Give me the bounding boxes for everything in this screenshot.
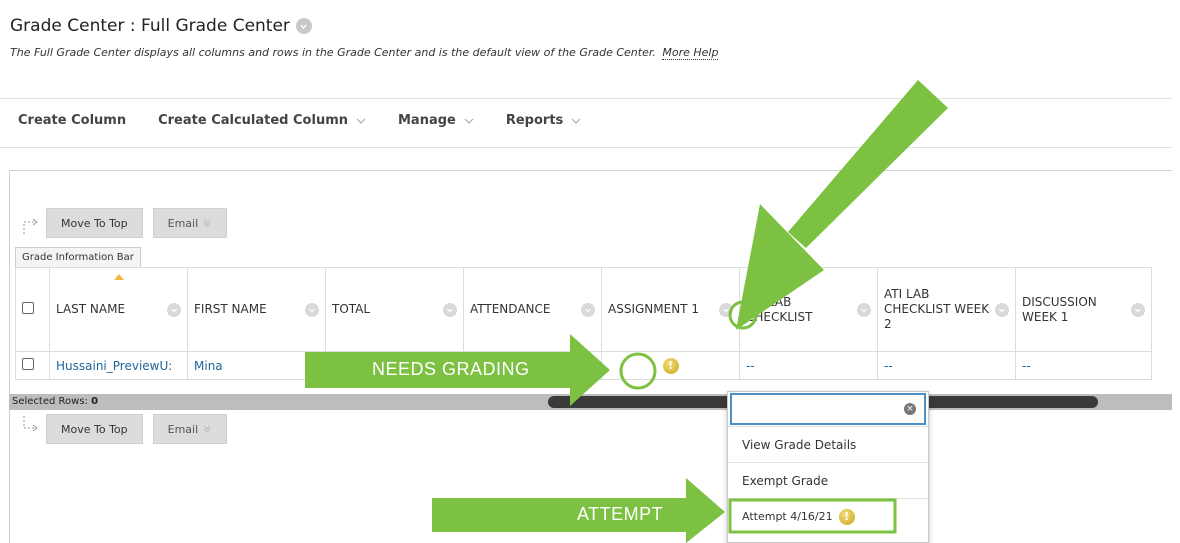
reports-label: Reports [505,113,564,128]
email-label: Email [167,422,199,436]
menu-item-view-grade-details[interactable]: View Grade Details [728,426,928,462]
selected-rows-count: 0 [91,396,99,407]
action-bar: Create Column Create Calculated Column M… [18,113,613,128]
chevron-down-icon [571,118,581,124]
page-description: The Full Grade Center displays all colum… [10,46,719,60]
column-header-last-name[interactable]: LAST NAME [49,267,188,352]
chevron-down-icon[interactable] [305,302,319,317]
create-calculated-column-menu[interactable]: Create Calculated Column [158,113,366,128]
discussion-week-1-cell[interactable]: -- [1015,351,1152,380]
assignment-1-cell[interactable]: ! [601,351,740,380]
grade-information-bar[interactable]: Grade Information Bar [15,247,141,267]
column-header-attendance[interactable]: ATTENDANCE [463,267,602,352]
double-chevron-down-icon [203,425,211,433]
needs-grading-icon: ! [838,508,855,525]
sort-ascending-icon [113,274,124,280]
create-calculated-column-label: Create Calculated Column [158,113,348,128]
discussion-week-1-value: -- [1022,358,1031,373]
selected-rows-label: Selected Rows: [12,396,88,407]
column-header-discussion-week-1[interactable]: DISCUSSION WEEK 1 [1015,267,1152,352]
create-column-label: Create Column [18,113,127,128]
chevron-down-icon[interactable] [995,302,1009,317]
ati-lab-checklist-week-2-value: -- [884,358,893,373]
select-all-header [15,267,50,352]
last-name-value: Hussaini_PreviewU: [56,358,173,373]
column-header-label: ATI LAB CHECKLIST WEEK 2 [884,287,990,331]
clear-icon[interactable]: × [904,403,916,415]
table-row: Hussaini_PreviewU: Mina ! -- -- -- [15,351,1152,380]
ati-lab-checklist-cell[interactable]: -- [739,351,878,380]
row-select-cell [15,351,50,380]
email-button[interactable]: Email [152,208,228,238]
email-button[interactable]: Email [152,414,228,444]
needs-grading-callout: NEEDS GRADING [372,359,530,379]
divider [0,147,1172,148]
page-title: Grade Center : Full Grade Center [10,16,290,36]
column-header-label: ATTENDANCE [470,302,551,316]
manage-label: Manage [398,113,456,128]
double-chevron-down-icon [203,219,211,227]
column-header-assignment-1[interactable]: ASSIGNMENT 1 [601,267,740,352]
cell-context-menu: × View Grade Details Exempt Grade Attemp… [727,391,929,543]
chevron-down-icon[interactable] [857,302,871,317]
last-name-cell[interactable]: Hussaini_PreviewU: [49,351,188,380]
manage-menu[interactable]: Manage [398,113,474,128]
attempt-callout: ATTEMPT [577,504,664,524]
move-to-top-label: Move To Top [61,422,128,436]
chevron-down-icon[interactable] [295,18,312,34]
column-header-label: TOTAL [332,302,371,316]
chevron-down-icon[interactable] [443,302,457,317]
column-header-total[interactable]: TOTAL [325,267,464,352]
bent-arrow-icon [23,416,38,432]
column-header-label: FIRST NAME [194,302,267,316]
chevron-down-icon [464,118,474,124]
chevron-down-icon[interactable] [1131,302,1145,317]
chevron-down-icon[interactable] [581,302,595,317]
chevron-down-icon [356,118,366,124]
create-column-button[interactable]: Create Column [18,113,126,128]
column-header-label: ASSIGNMENT 1 [608,302,699,316]
menu-item-label: Exempt Grade [742,473,829,488]
column-header-label: ATI LAB CHECKLIST [746,294,813,324]
needs-grading-icon[interactable]: ! [662,357,679,374]
column-header-label: LAST NAME [56,302,126,316]
menu-search-input[interactable]: × [730,393,926,425]
first-name-cell[interactable]: Mina [187,351,326,380]
bent-arrow-icon [23,218,38,234]
row-checkbox[interactable] [22,358,34,370]
ati-lab-checklist-week-2-cell[interactable]: -- [877,351,1016,380]
menu-item-attempt[interactable]: Attempt 4/16/21 ! [728,498,928,534]
menu-item-exempt-grade[interactable]: Exempt Grade [728,462,928,498]
menu-item-label: View Grade Details [742,437,857,452]
move-to-top-button[interactable]: Move To Top [46,414,143,444]
top-toolbar: Move To Top Email [10,208,237,238]
column-header-ati-lab-checklist[interactable]: ATI LAB CHECKLIST [739,267,878,352]
chevron-down-icon[interactable] [719,302,733,317]
first-name-value: Mina [194,358,223,373]
page-header: Grade Center : Full Grade Center [10,16,312,36]
column-header-first-name[interactable]: FIRST NAME [187,267,326,352]
chevron-down-icon[interactable] [167,302,181,317]
move-to-top-label: Move To Top [61,216,128,230]
reports-menu[interactable]: Reports [506,113,581,128]
column-header-label: DISCUSSION WEEK 1 [1022,294,1097,324]
page-description-text: The Full Grade Center displays all colum… [10,46,656,59]
table-header-row: LAST NAME FIRST NAME TOTAL ATTENDANCE AS… [15,267,1152,352]
move-to-top-button[interactable]: Move To Top [46,208,143,238]
grade-table: LAST NAME FIRST NAME TOTAL ATTENDANCE AS… [15,267,1152,380]
more-help-link[interactable]: More Help [662,46,719,60]
bottom-toolbar: Move To Top Email [10,414,237,444]
ati-lab-checklist-value: -- [746,358,755,373]
column-header-ati-lab-checklist-week-2[interactable]: ATI LAB CHECKLIST WEEK 2 [877,267,1016,352]
select-all-checkbox[interactable] [22,302,34,314]
divider [0,98,1172,99]
grade-center-page: Grade Center : Full Grade Center The Ful… [0,0,1180,543]
menu-item-label: Attempt 4/16/21 [742,510,833,523]
email-label: Email [167,216,199,230]
grade-information-bar-label: Grade Information Bar [22,252,134,263]
